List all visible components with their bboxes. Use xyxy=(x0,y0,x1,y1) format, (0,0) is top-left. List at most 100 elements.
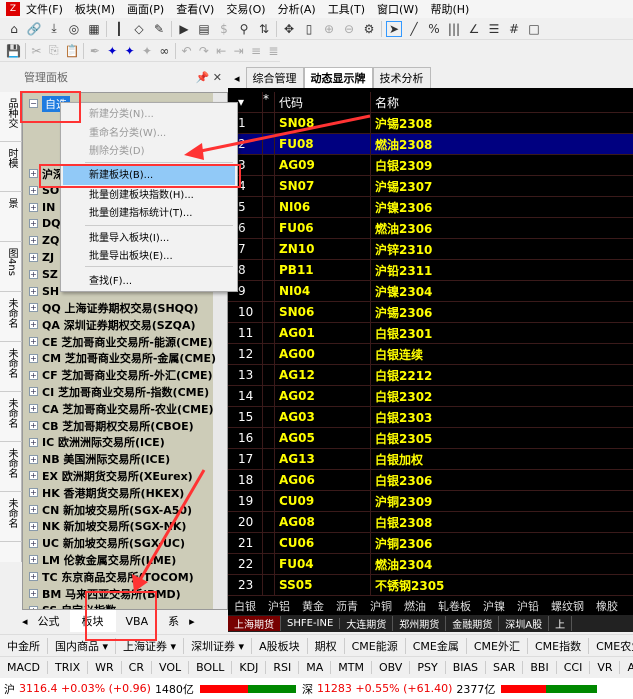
tree-item-label[interactable]: CI 芝加哥商业交易所-指数(CME) xyxy=(42,384,209,400)
cut-icon[interactable]: ✂ xyxy=(30,43,43,59)
expand-icon[interactable]: + xyxy=(29,219,38,229)
tree-item-label[interactable]: LM 伦敦金属交易所(LME) xyxy=(42,552,176,568)
row-code[interactable]: FU04 xyxy=(274,554,370,574)
row-name[interactable]: 白银连续 xyxy=(370,344,630,364)
table-row[interactable]: 21 CU06 沪铜2306 xyxy=(228,533,633,554)
align2-icon[interactable]: ≣ xyxy=(267,43,280,59)
indicator-button[interactable]: KDJ xyxy=(232,661,267,674)
indicator-button[interactable]: BOLL xyxy=(189,661,233,674)
indicator-button[interactable]: BIAS xyxy=(446,661,486,674)
bars-icon[interactable]: ||| xyxy=(446,21,462,37)
filter-icon[interactable]: ⚲ xyxy=(236,21,252,37)
tree-item-label[interactable]: CE 芝加哥商业交易所-能源(CME) xyxy=(42,334,213,350)
vertical-tab[interactable]: 图4ns xyxy=(0,242,23,292)
row-name[interactable]: 白银2305 xyxy=(370,428,630,448)
market-button[interactable]: 国内商品 ▾ xyxy=(48,637,117,654)
context-menu-item[interactable]: 批量导出板块(E)... xyxy=(63,247,235,266)
tree-item[interactable]: + 沪深 xyxy=(29,165,64,182)
table-row[interactable]: 9 NI04 沪镍2304 xyxy=(228,281,633,302)
row-name[interactable]: 白银2301 xyxy=(370,323,630,343)
tree-item[interactable]: + IN xyxy=(29,199,55,216)
ruler-icon[interactable]: ▯ xyxy=(301,21,317,37)
vertical-tab[interactable]: 未命名 xyxy=(0,392,23,442)
expand-icon[interactable]: + xyxy=(29,387,38,397)
row-name[interactable]: 燃油2306 xyxy=(370,218,630,238)
expand-icon[interactable]: + xyxy=(29,185,38,195)
wand3-icon[interactable]: ✦ xyxy=(140,43,153,59)
expand-icon[interactable]: + xyxy=(29,454,38,464)
fib-icon[interactable]: ☰ xyxy=(486,21,502,37)
tree-item-label[interactable]: CN 新加坡交易所(SGX-A50) xyxy=(42,502,192,518)
row-code[interactable]: CU09 xyxy=(274,491,370,511)
indicator-button[interactable]: MTM xyxy=(331,661,372,674)
save-icon[interactable]: 💾 xyxy=(6,43,21,59)
expand-icon[interactable]: + xyxy=(29,202,38,212)
tree-item-label[interactable]: NB 美国洲际交易所(ICE) xyxy=(42,451,170,467)
wand2-icon[interactable]: ✦ xyxy=(123,43,136,59)
row-name[interactable]: 沪锡2307 xyxy=(370,176,630,196)
indicator-button[interactable]: TRIX xyxy=(48,661,89,674)
expand-icon[interactable]: + xyxy=(29,521,38,531)
row-name[interactable]: 沪锡2306 xyxy=(370,302,630,322)
exchange-tab[interactable]: 上海期货 xyxy=(228,616,281,631)
table-row[interactable]: 12 AG00 白银连续 xyxy=(228,344,633,365)
table-row[interactable]: 16 AG05 白银2305 xyxy=(228,428,633,449)
tree-item[interactable]: + SZ xyxy=(29,266,58,283)
menu-item[interactable]: 工具(T) xyxy=(322,1,371,17)
table-row[interactable]: 3 AG09 白银2309 xyxy=(228,155,633,176)
table-row[interactable]: 7 ZN10 沪锌2310 xyxy=(228,239,633,260)
left-bottom-tab[interactable]: VBA xyxy=(116,615,159,628)
layout-icon[interactable]: ▦ xyxy=(86,21,102,37)
table-row[interactable]: 1 SN08 沪锡2308 xyxy=(228,113,633,134)
category-item[interactable]: 螺纹钢 xyxy=(545,598,590,614)
context-menu-item[interactable]: 批量导入板块(I)... xyxy=(63,229,235,248)
grid-icon[interactable]: # xyxy=(506,21,522,37)
tree-item[interactable]: + ZQ xyxy=(29,232,59,249)
line-icon[interactable]: ╱ xyxy=(406,21,422,37)
tree-item-label[interactable]: EX 欧洲期货交易所(XEurex) xyxy=(42,468,193,484)
category-item[interactable]: 沪铅 xyxy=(511,598,545,614)
context-menu-item[interactable]: 批量创建板块指数(H)... xyxy=(63,186,235,205)
exchange-tab[interactable]: 上 xyxy=(549,616,573,631)
context-menu-item[interactable]: 批量创建指标统计(T)... xyxy=(63,204,235,223)
indicator-button[interactable]: VOL xyxy=(152,661,190,674)
category-item[interactable]: 黄金 xyxy=(296,598,330,614)
tree-item-label[interactable]: CA 芝加哥商业交易所-农业(CME) xyxy=(42,401,214,417)
table-row[interactable]: 19 CU09 沪铜2309 xyxy=(228,491,633,512)
market-button[interactable]: CME指数 xyxy=(528,637,590,654)
table-row[interactable]: 15 AG03 白银2303 xyxy=(228,407,633,428)
row-name[interactable]: 白银2308 xyxy=(370,512,630,532)
tree-item-label[interactable]: ZJ xyxy=(42,251,54,264)
menu-item[interactable]: 文件(F) xyxy=(20,1,69,17)
angle-icon[interactable]: ∠ xyxy=(466,21,482,37)
tree-item[interactable]: + TC 东京商品交易所(TOCOM) xyxy=(29,568,194,585)
indicator-button[interactable]: OBV xyxy=(372,661,411,674)
expand-icon[interactable]: + xyxy=(29,320,38,330)
expand-icon[interactable]: + xyxy=(29,269,38,279)
row-code[interactable]: AG12 xyxy=(274,365,370,385)
menu-item[interactable]: 帮助(H) xyxy=(424,1,475,17)
row-name[interactable]: 白银2303 xyxy=(370,407,630,427)
tree-item[interactable]: + HK 香港期货交易所(HKEX) xyxy=(29,484,184,501)
tree-item[interactable]: + UC 新加坡交易所(SGX-UC) xyxy=(29,535,185,552)
row-code[interactable]: AG08 xyxy=(274,512,370,532)
collapse-icon[interactable]: − xyxy=(29,99,38,108)
tree-item[interactable]: + LM 伦敦金属交易所(LME) xyxy=(29,551,176,568)
row-name[interactable]: 白银加权 xyxy=(370,449,630,469)
tree-item[interactable]: + EX 欧洲期货交易所(XEurex) xyxy=(29,467,193,484)
row-name[interactable]: 燃油2308 xyxy=(370,134,630,154)
move-icon[interactable]: ✥ xyxy=(281,21,297,37)
menu-item[interactable]: 画面(P) xyxy=(121,1,170,17)
exchange-tab[interactable]: 郑州期货 xyxy=(393,616,447,631)
indicator-button[interactable]: CR xyxy=(122,661,152,674)
left-bottom-tab[interactable]: 板块 xyxy=(69,610,116,632)
indent-icon[interactable]: ⇤ xyxy=(215,43,228,59)
left-bottom-tab[interactable]: 系 xyxy=(158,613,189,629)
expand-icon[interactable]: + xyxy=(29,286,38,296)
row-code[interactable]: AG01 xyxy=(274,323,370,343)
indicator-button[interactable]: SAR xyxy=(486,661,524,674)
category-item[interactable]: 沪镍 xyxy=(477,598,511,614)
table-row[interactable]: 13 AG12 白银2212 xyxy=(228,365,633,386)
vertical-tab[interactable]: 未命名 xyxy=(0,342,23,392)
name-header[interactable]: 名称 xyxy=(370,92,630,112)
